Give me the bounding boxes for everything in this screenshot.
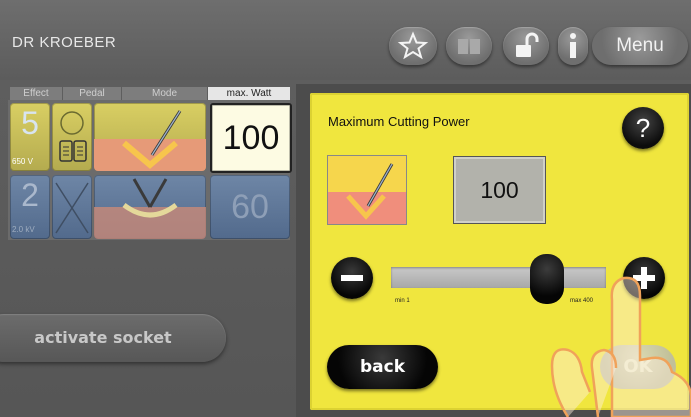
pedal-cell-2[interactable] [52,175,92,239]
power-slider-track[interactable] [391,267,606,288]
effect-cell-1[interactable]: 5 650 V [10,103,50,171]
slider-max-label: max 400 [570,298,594,304]
lock-button[interactable] [503,27,549,65]
favorite-button[interactable] [389,27,437,65]
minus-icon [341,275,363,281]
info-icon [570,33,576,58]
decrease-button[interactable] [331,257,373,299]
book-icon [458,39,480,54]
no-pedal-icon [55,182,89,234]
plus-icon [633,267,655,289]
doctor-name: DR KROEBER [12,34,117,51]
power-value-display: 100 [453,156,546,224]
effect-cell-2[interactable]: 2 2.0 kV [10,175,50,239]
help-button[interactable]: ? [622,107,664,149]
increase-button[interactable] [623,257,665,299]
slider-min-label: min 1 [395,298,410,304]
mode-preview [327,155,407,225]
coag-electrode-icon [94,178,206,239]
mode-cell-1[interactable] [94,103,206,171]
mode-cell-2[interactable] [94,175,206,239]
max-watt-value: 60 [231,188,269,226]
max-watt-cell-1[interactable]: 100 [210,103,292,173]
pedal-icon [59,111,87,162]
dialog-title: Maximum Cutting Power [328,114,470,129]
unlock-icon [516,32,539,57]
column-header-pedal: Pedal [63,87,121,100]
power-slider-thumb[interactable] [530,254,565,304]
menu-button[interactable]: Menu [592,27,688,65]
cutting-electrode-icon [328,163,406,224]
column-header-max-watt: max. Watt [208,87,290,100]
star-icon [397,31,429,60]
max-watt-value: 100 [222,119,280,157]
manual-button[interactable] [446,27,492,65]
cutting-electrode-icon [94,110,206,171]
pedal-cell-1[interactable] [52,103,92,171]
effect-value: 2 [21,177,39,213]
column-header-effect: Effect [10,87,62,100]
effect-voltage: 2.0 kV [12,225,35,234]
column-header-mode: Mode [122,87,207,100]
back-button[interactable]: back [327,345,438,389]
ok-button[interactable]: OK [600,345,676,389]
activate-socket-button[interactable]: activate socket [0,314,226,362]
effect-value: 5 [21,105,39,141]
effect-voltage: 650 V [12,157,33,166]
max-watt-cell-2[interactable]: 60 [210,175,290,239]
info-button[interactable] [558,27,588,65]
